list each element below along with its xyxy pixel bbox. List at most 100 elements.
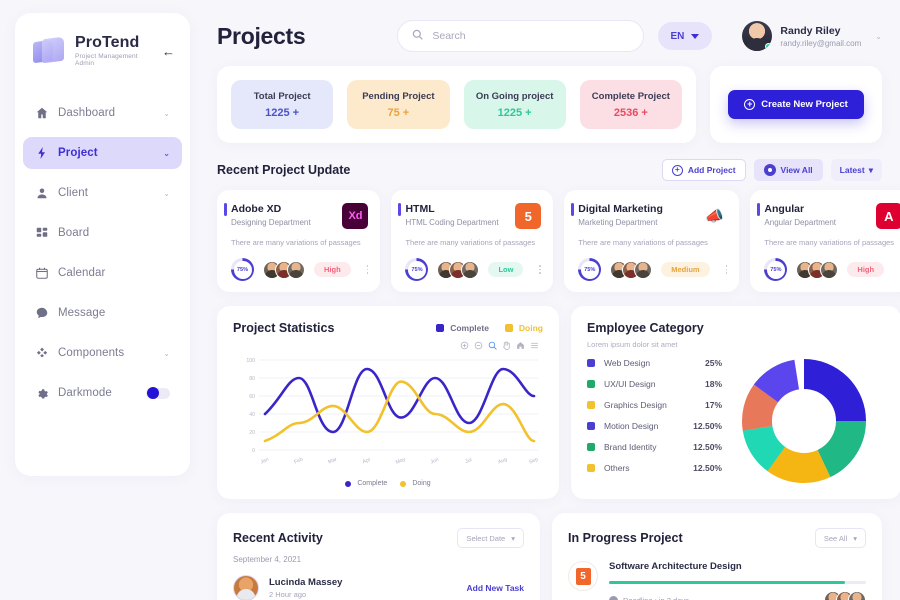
legend-item: Web Design 25%	[587, 358, 722, 368]
legend-item: Motion Design 12.50%	[587, 421, 722, 431]
sidebar-item-components[interactable]: Components ⌄	[23, 337, 182, 369]
project-cards-grid: Adobe XD Designing Department Xd There a…	[217, 190, 900, 292]
stat-title: Pending Project	[362, 90, 435, 102]
select-date-dropdown[interactable]: Select Date ▾	[457, 528, 524, 548]
components-icon	[35, 347, 48, 360]
dashboard-root: ProTend Project Management Admin ← Dashb…	[0, 0, 900, 600]
chevron-down-icon[interactable]: ⌄	[875, 32, 882, 41]
sidebar-item-dashboard[interactable]: Dashboard ⌄	[23, 97, 182, 129]
project-card[interactable]: Digital Marketing Marketing Department 📣…	[564, 190, 740, 292]
language-selector[interactable]: EN	[657, 22, 713, 50]
project-card[interactable]: Adobe XD Designing Department Xd There a…	[217, 190, 381, 292]
logo-icon	[33, 36, 67, 65]
zoom-in-icon[interactable]	[460, 341, 469, 350]
activity-date: September 4, 2021	[233, 555, 302, 564]
stat-ongoing-project: On Going project 1225 +	[463, 80, 566, 129]
user-icon	[35, 187, 48, 200]
eye-icon	[763, 164, 776, 176]
in-progress-item[interactable]: 5 Software Architecture Design Deadline …	[568, 561, 866, 600]
chevron-down-icon: ▾	[853, 533, 857, 543]
panel-subtitle: Lorem ipsum dolor sit amet	[587, 340, 678, 349]
profile-name: Randy Riley	[780, 25, 841, 38]
activity-time: 2 Hour ago	[269, 590, 307, 599]
project-statistics-panel: Project Statistics Complete Doing 100 80…	[217, 306, 559, 499]
add-new-task-link[interactable]: Add New Task	[467, 583, 524, 593]
sidebar-item-client[interactable]: Client ⌄	[23, 177, 182, 209]
panel-title: Employee Category	[587, 321, 704, 335]
svg-text:Feb: Feb	[293, 457, 304, 466]
search-input[interactable]	[432, 30, 629, 42]
panel-title: Project Statistics	[233, 321, 335, 335]
stat-complete-project: Complete Project 2536 +	[579, 80, 682, 129]
legend-item: Brand Identity 12.50%	[587, 442, 722, 452]
more-options-icon[interactable]	[366, 264, 369, 275]
sidebar-item-label: Client	[58, 187, 89, 199]
svg-text:Aug: Aug	[497, 457, 508, 466]
legend-doing-bottom[interactable]: Doing	[400, 480, 431, 487]
panel-title: Recent Activity	[233, 531, 323, 545]
legend-doing: Doing	[504, 323, 543, 333]
pan-icon[interactable]	[502, 341, 511, 350]
chevron-down-icon: ⌄	[163, 148, 170, 158]
darkmode-toggle[interactable]	[146, 386, 170, 399]
employee-category-panel: Employee Category Lorem ipsum dolor sit …	[571, 306, 900, 499]
svg-text:Apr: Apr	[362, 457, 372, 466]
member-avatars	[263, 260, 305, 279]
avatar	[461, 260, 480, 279]
svg-text:Jun: Jun	[430, 457, 440, 466]
plus-circle-icon: +	[671, 164, 683, 176]
project-description: There are many variations of passages	[405, 238, 536, 247]
search-icon	[412, 27, 424, 45]
language-label: EN	[670, 30, 685, 42]
profile[interactable]: Randy Riley randy.riley@gmail.com ⌄	[742, 21, 882, 51]
project-description: There are many variations of passages	[764, 238, 895, 247]
sidebar-item-project[interactable]: Project ⌄	[23, 137, 182, 169]
view-all-button[interactable]: View All	[753, 159, 823, 181]
avatar	[287, 260, 305, 279]
chevron-down-icon: ▾	[868, 164, 873, 175]
create-new-project-button[interactable]: + Create New Project	[728, 90, 864, 119]
more-options-icon[interactable]	[539, 264, 542, 275]
legend-complete: Complete	[436, 323, 489, 333]
more-options-icon[interactable]	[725, 264, 728, 275]
zoom-out-icon[interactable]	[474, 341, 483, 350]
project-card[interactable]: HTML HTML Coding Department 5 There are …	[391, 190, 554, 292]
panel-title: In Progress Project	[568, 531, 683, 545]
chevron-down-icon: ⌄	[163, 108, 170, 118]
sidebar-item-message[interactable]: Message	[23, 297, 182, 329]
clock-icon	[609, 595, 618, 600]
legend-complete-bottom[interactable]: Complete	[345, 480, 387, 487]
recent-projects-header: Recent Project Update + Add Project View…	[217, 159, 882, 181]
sidebar-item-board[interactable]: Board	[23, 217, 182, 249]
menu-icon[interactable]	[530, 341, 539, 350]
middle-row: Project Statistics Complete Doing 100 80…	[217, 306, 900, 499]
chart-legend-top: Complete Doing	[436, 323, 543, 333]
member-avatars	[437, 260, 480, 279]
home-icon[interactable]	[516, 341, 525, 350]
see-all-dropdown[interactable]: See All ▾	[814, 528, 866, 548]
project-card[interactable]: Angular Angular Department A There are m…	[750, 190, 900, 292]
add-project-button[interactable]: + Add Project	[661, 159, 746, 181]
project-department: HTML Coding Department	[405, 218, 499, 227]
project-name: Angular	[764, 203, 805, 215]
add-project-label: Add Project	[687, 165, 736, 175]
progress-value: 75%	[233, 260, 252, 279]
chart-legend-bottom: Complete Doing	[233, 480, 543, 487]
sidebar-item-label: Message	[58, 307, 106, 319]
search-bar[interactable]	[397, 20, 644, 52]
donut-chart	[722, 357, 885, 485]
sidebar-item-calendar[interactable]: Calendar	[23, 257, 182, 289]
selection-zoom-icon[interactable]	[488, 341, 497, 350]
sidebar-item-darkmode[interactable]: Darkmode	[23, 377, 182, 409]
chevron-down-icon: ⌄	[163, 348, 170, 358]
select-date-label: Select Date	[466, 533, 506, 543]
view-all-label: View All	[780, 165, 813, 175]
recent-activity-panel: Recent Activity Select Date ▾ September …	[217, 513, 540, 600]
line-chart: 100 80 60 40 20 0 Jan Feb Mar Apr May Jun Ju…	[233, 352, 543, 476]
sidebar-item-label: Dashboard	[58, 107, 116, 119]
progress-ring: 75%	[764, 258, 788, 281]
sort-latest-dropdown[interactable]: Latest ▾	[830, 159, 882, 181]
stat-value: 75 +	[387, 106, 410, 119]
arrow-left-icon[interactable]: ←	[161, 43, 176, 59]
deadline-text: Deadline : in 2 days	[623, 595, 689, 600]
